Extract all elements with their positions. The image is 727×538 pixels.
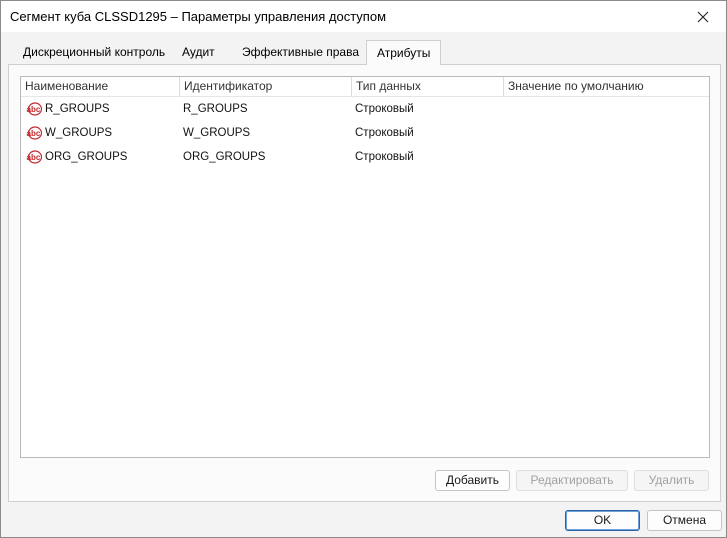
tab-attributes[interactable]: Атрибуты <box>366 40 442 65</box>
cell-data-type: Строковый <box>355 103 414 115</box>
grid-header: Наименование Идентификатор Тип данных Зн… <box>21 77 709 97</box>
tab-label: Эффективные права <box>242 45 360 59</box>
table-row[interactable]: abc W_GROUPS W_GROUPS Строковый <box>21 121 709 145</box>
ok-button[interactable]: OK <box>565 510 640 531</box>
svg-text:abc: abc <box>27 105 41 114</box>
tab-discretionary-control[interactable]: Дискреционный контроль <box>13 41 175 64</box>
tab-strip: Дискреционный контроль Аудит Эффективные… <box>13 40 714 65</box>
attributes-grid[interactable]: Наименование Идентификатор Тип данных Зн… <box>20 76 710 458</box>
tab-label: Аудит <box>182 45 215 59</box>
cell-name: R_GROUPS <box>45 103 110 115</box>
cancel-button[interactable]: Отмена <box>647 510 722 531</box>
string-attribute-icon: abc <box>27 150 42 164</box>
column-header-default-value[interactable]: Значение по умолчанию <box>504 77 709 96</box>
close-button[interactable] <box>680 1 726 32</box>
svg-text:abc: abc <box>27 153 41 162</box>
table-row[interactable]: abc ORG_GROUPS ORG_GROUPS Строковый <box>21 145 709 169</box>
column-header-name[interactable]: Наименование <box>21 77 180 96</box>
tab-effective-rights[interactable]: Эффективные права <box>232 41 369 64</box>
add-button[interactable]: Добавить <box>435 470 510 491</box>
column-header-identifier[interactable]: Идентификатор <box>180 77 352 96</box>
cell-name: W_GROUPS <box>45 127 113 139</box>
title-bar[interactable]: Сегмент куба CLSSD1295 – Параметры управ… <box>1 1 726 32</box>
cell-data-type: Строковый <box>355 127 414 139</box>
tab-audit[interactable]: Аудит <box>172 41 225 64</box>
dialog-window: Сегмент куба CLSSD1295 – Параметры управ… <box>0 0 727 538</box>
cell-identifier: R_GROUPS <box>183 103 248 115</box>
column-header-data-type[interactable]: Тип данных <box>352 77 504 96</box>
delete-button[interactable]: Удалить <box>634 470 709 491</box>
attributes-panel: Наименование Идентификатор Тип данных Зн… <box>8 64 721 502</box>
window-title: Сегмент куба CLSSD1295 – Параметры управ… <box>10 9 387 24</box>
svg-text:abc: abc <box>27 129 41 138</box>
cell-data-type: Строковый <box>355 151 414 163</box>
tab-label: Дискреционный контроль <box>23 45 166 59</box>
string-attribute-icon: abc <box>27 102 42 116</box>
tab-label: Атрибуты <box>377 46 431 60</box>
table-row[interactable]: abc R_GROUPS R_GROUPS Строковый <box>21 97 709 121</box>
cell-identifier: W_GROUPS <box>183 127 251 139</box>
cell-identifier: ORG_GROUPS <box>183 151 266 163</box>
close-icon <box>697 11 709 22</box>
string-attribute-icon: abc <box>27 126 42 140</box>
cell-name: ORG_GROUPS <box>45 151 128 163</box>
edit-button[interactable]: Редактировать <box>516 470 628 491</box>
